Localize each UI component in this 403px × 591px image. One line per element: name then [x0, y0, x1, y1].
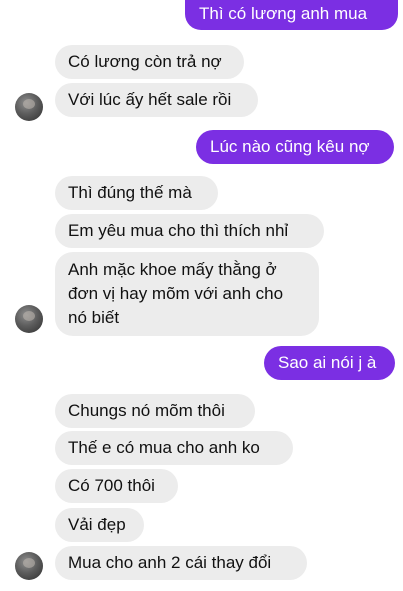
contact-avatar[interactable] — [15, 305, 43, 333]
incoming-message[interactable]: Anh mặc khoe mấy thằng ở đơn vị hay mõm … — [55, 252, 319, 336]
outgoing-message[interactable]: Lúc nào cũng kêu nợ — [196, 130, 394, 164]
outgoing-message[interactable]: Sao ai nói j à — [264, 346, 395, 380]
outgoing-message[interactable]: Thì có lương anh mua — [185, 0, 398, 30]
incoming-message[interactable]: Có lương còn trả nợ — [55, 45, 244, 79]
incoming-message[interactable]: Thì đúng thế mà — [55, 176, 218, 210]
incoming-message[interactable]: Có 700 thôi — [55, 469, 178, 503]
contact-avatar[interactable] — [15, 552, 43, 580]
incoming-message[interactable]: Mua cho anh 2 cái thay đổi — [55, 546, 307, 580]
contact-avatar[interactable] — [15, 93, 43, 121]
incoming-message[interactable]: Vải đẹp — [55, 508, 144, 542]
incoming-message[interactable]: Với lúc ấy hết sale rồi — [55, 83, 258, 117]
incoming-message[interactable]: Em yêu mua cho thì thích nhỉ — [55, 214, 324, 248]
incoming-message[interactable]: Chungs nó mõm thôi — [55, 394, 255, 428]
incoming-message[interactable]: Thế e có mua cho anh ko — [55, 431, 293, 465]
